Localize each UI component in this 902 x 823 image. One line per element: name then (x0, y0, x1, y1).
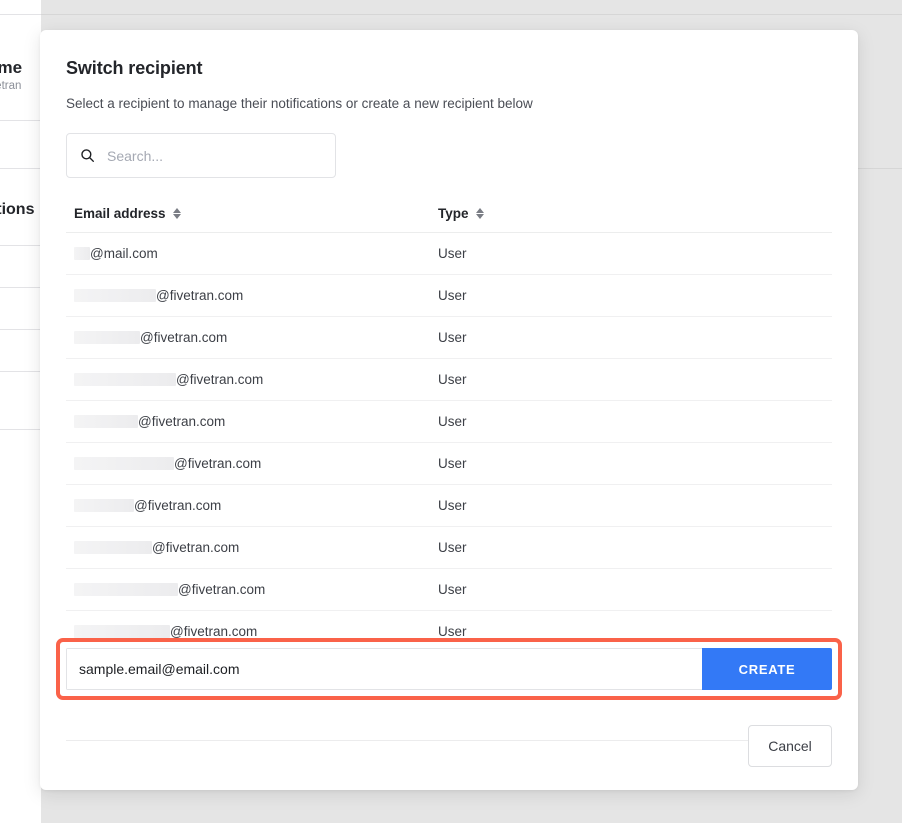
redacted-email-local-part (74, 625, 170, 638)
cell-email-address: @fivetran.com (66, 624, 438, 639)
new-recipient-email-input[interactable] (66, 648, 702, 690)
cell-recipient-type: User (438, 414, 467, 429)
table-body: @mail.com User @fivetran.com User @fivetran.… (66, 233, 832, 653)
cell-email-address: @fivetran.com (66, 456, 438, 471)
redacted-email-local-part (74, 583, 178, 596)
search-icon (80, 148, 95, 163)
cell-email-address: @fivetran.com (66, 414, 438, 429)
email-domain-text: @fivetran.com (176, 372, 264, 387)
table-row[interactable]: @fivetran.com User (66, 317, 832, 359)
redacted-email-local-part (74, 415, 138, 428)
table-row[interactable]: @fivetran.com User (66, 359, 832, 401)
switch-recipient-dialog: Switch recipient Select a recipient to m… (40, 30, 858, 790)
email-domain-text: @fivetran.com (138, 414, 226, 429)
cell-email-address: @mail.com (66, 246, 438, 261)
cell-recipient-type: User (438, 498, 467, 513)
sort-arrows-icon[interactable] (172, 208, 181, 219)
redacted-email-local-part (74, 499, 134, 512)
redacted-email-local-part (74, 541, 152, 554)
redacted-email-local-part (74, 331, 140, 344)
email-domain-text: @fivetran.com (170, 624, 258, 639)
column-header-email[interactable]: Email address (66, 206, 438, 221)
cell-recipient-type: User (438, 624, 467, 639)
cell-email-address: @fivetran.com (66, 498, 438, 513)
table-row[interactable]: @fivetran.com User (66, 401, 832, 443)
email-domain-text: @fivetran.com (134, 498, 222, 513)
recipients-table: Email address Type @mail.com User @fivetra… (66, 195, 832, 665)
background-account-name: tname (0, 58, 23, 77)
dialog-title: Switch recipient (66, 58, 203, 78)
email-domain-text: @fivetran.com (156, 288, 244, 303)
cell-recipient-type: User (438, 582, 467, 597)
table-row[interactable]: @fivetran.com User (66, 569, 832, 611)
sort-arrows-icon[interactable] (475, 208, 484, 219)
background-account-email: @fivetran (0, 80, 22, 92)
search-field[interactable] (66, 133, 336, 178)
search-input[interactable] (105, 146, 305, 165)
cell-recipient-type: User (438, 246, 467, 261)
background-section-subscriptions: scriptions (0, 201, 35, 218)
background-page-content: tname @fivetran ons scriptions (0, 0, 41, 823)
cell-email-address: @fivetran.com (66, 330, 438, 345)
redacted-email-local-part (74, 247, 90, 260)
backdrop-divider (0, 14, 902, 15)
cell-recipient-type: User (438, 372, 467, 387)
create-recipient-bar: CREATE (66, 648, 832, 690)
cell-email-address: @fivetran.com (66, 582, 438, 597)
email-domain-text: @fivetran.com (174, 456, 262, 471)
column-header-type-label: Type (438, 206, 469, 221)
cell-recipient-type: User (438, 540, 467, 555)
footer-divider (66, 740, 832, 741)
column-header-type[interactable]: Type (438, 206, 638, 221)
column-header-email-label: Email address (74, 206, 166, 221)
email-domain-text: @fivetran.com (178, 582, 266, 597)
create-button[interactable]: CREATE (702, 648, 832, 690)
table-row[interactable]: @fivetran.com User (66, 485, 832, 527)
email-domain-text: @fivetran.com (140, 330, 228, 345)
table-row[interactable]: @fivetran.com User (66, 275, 832, 317)
cell-recipient-type: User (438, 330, 467, 345)
table-row[interactable]: @mail.com User (66, 233, 832, 275)
cell-email-address: @fivetran.com (66, 372, 438, 387)
redacted-email-local-part (74, 373, 176, 386)
email-domain-text: @mail.com (90, 246, 158, 261)
redacted-email-local-part (74, 457, 174, 470)
dialog-subtitle: Select a recipient to manage their notif… (66, 96, 533, 111)
redacted-email-local-part (74, 289, 156, 302)
table-row[interactable]: @fivetran.com User (66, 527, 832, 569)
cancel-button[interactable]: Cancel (748, 725, 832, 767)
email-domain-text: @fivetran.com (152, 540, 240, 555)
cell-recipient-type: User (438, 288, 467, 303)
cell-email-address: @fivetran.com (66, 540, 438, 555)
table-header-row: Email address Type (66, 195, 832, 233)
cell-email-address: @fivetran.com (66, 288, 438, 303)
table-row[interactable]: @fivetran.com User (66, 443, 832, 485)
background-nav-notifications: ons (0, 140, 44, 155)
cell-recipient-type: User (438, 456, 467, 471)
